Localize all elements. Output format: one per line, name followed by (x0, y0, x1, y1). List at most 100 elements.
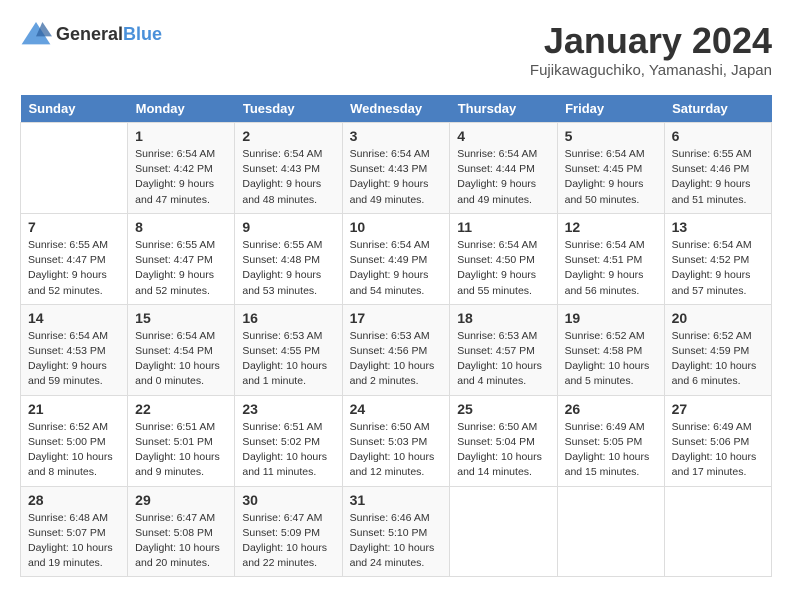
header-day-monday: Monday (128, 95, 235, 123)
day-info: Sunrise: 6:52 AM Sunset: 4:58 PM Dayligh… (565, 329, 657, 390)
day-info: Sunrise: 6:47 AM Sunset: 5:08 PM Dayligh… (135, 511, 227, 572)
calendar-cell: 8 Sunrise: 6:55 AM Sunset: 4:47 PM Daylig… (128, 213, 235, 304)
calendar-cell: 9 Sunrise: 6:55 AM Sunset: 4:48 PM Daylig… (235, 213, 342, 304)
day-number: 7 (28, 219, 120, 235)
day-number: 12 (565, 219, 657, 235)
day-info: Sunrise: 6:48 AM Sunset: 5:07 PM Dayligh… (28, 511, 120, 572)
day-number: 24 (350, 401, 443, 417)
calendar-cell: 20 Sunrise: 6:52 AM Sunset: 4:59 PM Dayli… (664, 304, 771, 395)
day-number: 28 (28, 492, 120, 508)
day-info: Sunrise: 6:53 AM Sunset: 4:56 PM Dayligh… (350, 329, 443, 390)
calendar-cell: 5 Sunrise: 6:54 AM Sunset: 4:45 PM Daylig… (557, 123, 664, 214)
day-info: Sunrise: 6:47 AM Sunset: 5:09 PM Dayligh… (242, 511, 334, 572)
header-day-saturday: Saturday (664, 95, 771, 123)
day-info: Sunrise: 6:46 AM Sunset: 5:10 PM Dayligh… (350, 511, 443, 572)
logo-icon (20, 20, 52, 48)
calendar-cell: 27 Sunrise: 6:49 AM Sunset: 5:06 PM Dayli… (664, 395, 771, 486)
calendar-cell: 1 Sunrise: 6:54 AM Sunset: 4:42 PM Daylig… (128, 123, 235, 214)
day-number: 10 (350, 219, 443, 235)
day-info: Sunrise: 6:54 AM Sunset: 4:50 PM Dayligh… (457, 238, 549, 299)
logo: GeneralBlue (20, 20, 162, 48)
calendar-cell (557, 486, 664, 577)
day-number: 6 (672, 128, 764, 144)
day-number: 21 (28, 401, 120, 417)
calendar-week-3: 14 Sunrise: 6:54 AM Sunset: 4:53 PM Dayli… (21, 304, 772, 395)
page-header: GeneralBlue January 2024 Fujikawaguchiko… (20, 20, 772, 79)
calendar-cell: 2 Sunrise: 6:54 AM Sunset: 4:43 PM Daylig… (235, 123, 342, 214)
title-block: January 2024 Fujikawaguchiko, Yamanashi,… (530, 20, 772, 79)
day-number: 27 (672, 401, 764, 417)
calendar-cell (664, 486, 771, 577)
day-number: 4 (457, 128, 549, 144)
day-number: 17 (350, 310, 443, 326)
day-number: 14 (28, 310, 120, 326)
calendar-cell: 14 Sunrise: 6:54 AM Sunset: 4:53 PM Dayli… (21, 304, 128, 395)
calendar-cell: 23Sunrise: 6:51 AM Sunset: 5:02 PM Dayli… (235, 395, 342, 486)
header-day-friday: Friday (557, 95, 664, 123)
day-info: Sunrise: 6:54 AM Sunset: 4:43 PM Dayligh… (242, 147, 334, 208)
day-number: 9 (242, 219, 334, 235)
day-number: 3 (350, 128, 443, 144)
day-info: Sunrise: 6:54 AM Sunset: 4:54 PM Dayligh… (135, 329, 227, 390)
calendar-cell: 10 Sunrise: 6:54 AM Sunset: 4:49 PM Dayli… (342, 213, 450, 304)
header-day-wednesday: Wednesday (342, 95, 450, 123)
calendar-week-4: 21 Sunrise: 6:52 AM Sunset: 5:00 PM Dayli… (21, 395, 772, 486)
calendar-week-1: 1 Sunrise: 6:54 AM Sunset: 4:42 PM Daylig… (21, 123, 772, 214)
calendar-cell: 30 Sunrise: 6:47 AM Sunset: 5:09 PM Dayli… (235, 486, 342, 577)
day-number: 30 (242, 492, 334, 508)
header-day-tuesday: Tuesday (235, 95, 342, 123)
day-info: Sunrise: 6:52 AM Sunset: 5:00 PM Dayligh… (28, 420, 120, 481)
calendar-table: SundayMondayTuesdayWednesdayThursdayFrid… (20, 95, 772, 577)
calendar-cell: 25Sunrise: 6:50 AM Sunset: 5:04 PM Dayli… (450, 395, 557, 486)
day-number: 31 (350, 492, 443, 508)
day-info: Sunrise: 6:53 AM Sunset: 4:55 PM Dayligh… (242, 329, 334, 390)
day-number: 18 (457, 310, 549, 326)
calendar-cell: 15Sunrise: 6:54 AM Sunset: 4:54 PM Dayli… (128, 304, 235, 395)
day-number: 29 (135, 492, 227, 508)
day-info: Sunrise: 6:54 AM Sunset: 4:45 PM Dayligh… (565, 147, 657, 208)
day-info: Sunrise: 6:54 AM Sunset: 4:52 PM Dayligh… (672, 238, 764, 299)
day-info: Sunrise: 6:54 AM Sunset: 4:42 PM Dayligh… (135, 147, 227, 208)
calendar-cell: 11 Sunrise: 6:54 AM Sunset: 4:50 PM Dayli… (450, 213, 557, 304)
day-info: Sunrise: 6:55 AM Sunset: 4:48 PM Dayligh… (242, 238, 334, 299)
day-info: Sunrise: 6:53 AM Sunset: 4:57 PM Dayligh… (457, 329, 549, 390)
day-info: Sunrise: 6:52 AM Sunset: 4:59 PM Dayligh… (672, 329, 764, 390)
calendar-cell: 22Sunrise: 6:51 AM Sunset: 5:01 PM Dayli… (128, 395, 235, 486)
day-info: Sunrise: 6:54 AM Sunset: 4:44 PM Dayligh… (457, 147, 549, 208)
calendar-cell: 13 Sunrise: 6:54 AM Sunset: 4:52 PM Dayli… (664, 213, 771, 304)
day-info: Sunrise: 6:55 AM Sunset: 4:47 PM Dayligh… (135, 238, 227, 299)
day-info: Sunrise: 6:54 AM Sunset: 4:49 PM Dayligh… (350, 238, 443, 299)
header-day-thursday: Thursday (450, 95, 557, 123)
calendar-cell (450, 486, 557, 577)
calendar-cell: 17 Sunrise: 6:53 AM Sunset: 4:56 PM Dayli… (342, 304, 450, 395)
day-info: Sunrise: 6:55 AM Sunset: 4:47 PM Dayligh… (28, 238, 120, 299)
day-info: Sunrise: 6:54 AM Sunset: 4:53 PM Dayligh… (28, 329, 120, 390)
calendar-header-row: SundayMondayTuesdayWednesdayThursdayFrid… (21, 95, 772, 123)
day-number: 13 (672, 219, 764, 235)
month-title: January 2024 (530, 20, 772, 62)
day-info: Sunrise: 6:54 AM Sunset: 4:51 PM Dayligh… (565, 238, 657, 299)
location-subtitle: Fujikawaguchiko, Yamanashi, Japan (530, 62, 772, 79)
calendar-cell: 26Sunrise: 6:49 AM Sunset: 5:05 PM Dayli… (557, 395, 664, 486)
day-info: Sunrise: 6:51 AM Sunset: 5:01 PM Dayligh… (135, 420, 227, 481)
day-number: 25 (457, 401, 549, 417)
day-number: 2 (242, 128, 334, 144)
calendar-cell (21, 123, 128, 214)
day-number: 11 (457, 219, 549, 235)
day-info: Sunrise: 6:49 AM Sunset: 5:06 PM Dayligh… (672, 420, 764, 481)
calendar-cell: 28 Sunrise: 6:48 AM Sunset: 5:07 PM Dayli… (21, 486, 128, 577)
calendar-cell: 19Sunrise: 6:52 AM Sunset: 4:58 PM Dayli… (557, 304, 664, 395)
day-number: 20 (672, 310, 764, 326)
day-number: 5 (565, 128, 657, 144)
day-number: 23 (242, 401, 334, 417)
calendar-cell: 16Sunrise: 6:53 AM Sunset: 4:55 PM Dayli… (235, 304, 342, 395)
calendar-cell: 7 Sunrise: 6:55 AM Sunset: 4:47 PM Daylig… (21, 213, 128, 304)
calendar-cell: 18 Sunrise: 6:53 AM Sunset: 4:57 PM Dayli… (450, 304, 557, 395)
day-number: 1 (135, 128, 227, 144)
day-info: Sunrise: 6:55 AM Sunset: 4:46 PM Dayligh… (672, 147, 764, 208)
calendar-cell: 12 Sunrise: 6:54 AM Sunset: 4:51 PM Dayli… (557, 213, 664, 304)
calendar-week-2: 7 Sunrise: 6:55 AM Sunset: 4:47 PM Daylig… (21, 213, 772, 304)
day-number: 8 (135, 219, 227, 235)
calendar-cell: 24Sunrise: 6:50 AM Sunset: 5:03 PM Dayli… (342, 395, 450, 486)
calendar-cell: 6 Sunrise: 6:55 AM Sunset: 4:46 PM Daylig… (664, 123, 771, 214)
